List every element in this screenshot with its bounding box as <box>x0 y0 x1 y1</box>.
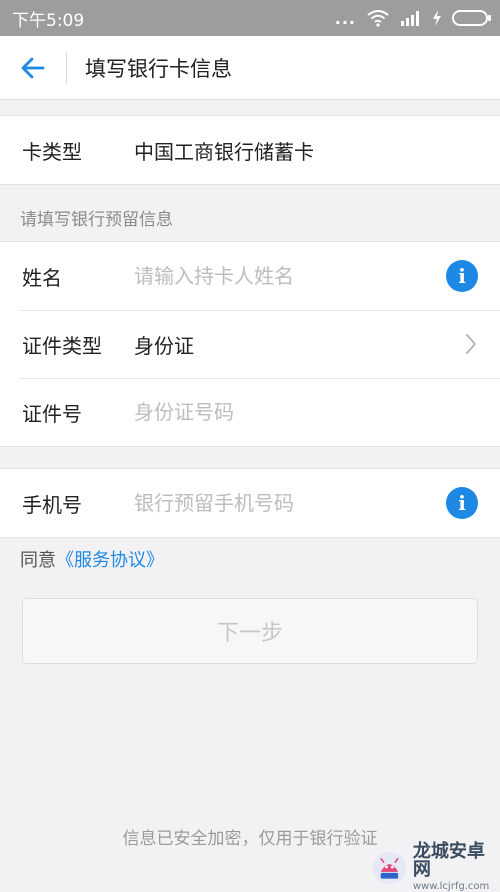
id-number-input[interactable] <box>134 400 478 424</box>
status-bar: 下午5:09 ... <box>0 0 500 36</box>
info-icon[interactable]: i <box>446 260 478 292</box>
signal-icon <box>401 11 419 26</box>
status-time: 下午5:09 <box>12 10 85 31</box>
phone-row: 手机号 i <box>0 469 500 537</box>
phone-input[interactable] <box>134 491 446 515</box>
info-icon[interactable]: i <box>446 487 478 519</box>
card-type-row: 卡类型 中国工商银行储蓄卡 <box>0 116 500 184</box>
agreement: 同意《服务协议》 <box>20 546 164 572</box>
page-title: 填写银行卡信息 <box>85 56 232 81</box>
reserved-info-hint: 请填写银行预留信息 <box>20 210 173 230</box>
id-number-row: 证件号 <box>0 378 500 446</box>
phone-section: 手机号 i <box>0 468 500 538</box>
card-type-value: 中国工商银行储蓄卡 <box>134 139 314 164</box>
charging-icon <box>433 10 441 26</box>
service-agreement-link[interactable]: 《服务协议》 <box>56 550 164 571</box>
id-number-label: 证件号 <box>22 401 82 426</box>
watermark-title: 龙城安卓网 <box>412 841 485 880</box>
id-type-row[interactable]: 证件类型 身份证 <box>0 310 500 378</box>
next-step-button[interactable]: 下一步 <box>22 598 478 664</box>
card-type-label: 卡类型 <box>22 139 82 164</box>
watermark-url: www.lcjrfg.com <box>412 881 490 892</box>
android-logo-icon <box>372 851 406 884</box>
phone-label: 手机号 <box>22 492 82 517</box>
card-type-section: 卡类型 中国工商银行储蓄卡 <box>0 115 500 185</box>
name-label: 姓名 <box>22 265 62 290</box>
id-type-label: 证件类型 <box>22 333 102 358</box>
wifi-icon <box>367 10 389 27</box>
id-type-value: 身份证 <box>134 333 194 358</box>
battery-icon <box>452 10 491 26</box>
header-divider <box>66 51 67 84</box>
header: 填写银行卡信息 <box>0 36 500 100</box>
notification-dots: ... <box>334 8 356 28</box>
agreement-prefix: 同意 <box>20 550 56 571</box>
back-button[interactable] <box>0 36 66 100</box>
watermark: 龙城安卓网 www.lcjrfg.com <box>372 841 500 892</box>
arrow-left-icon <box>21 57 45 78</box>
chevron-right-icon <box>466 334 476 354</box>
name-row: 姓名 i <box>0 242 500 310</box>
name-input[interactable] <box>134 264 446 288</box>
personal-info-section: 姓名 i 证件类型 身份证 证件号 <box>0 241 500 447</box>
